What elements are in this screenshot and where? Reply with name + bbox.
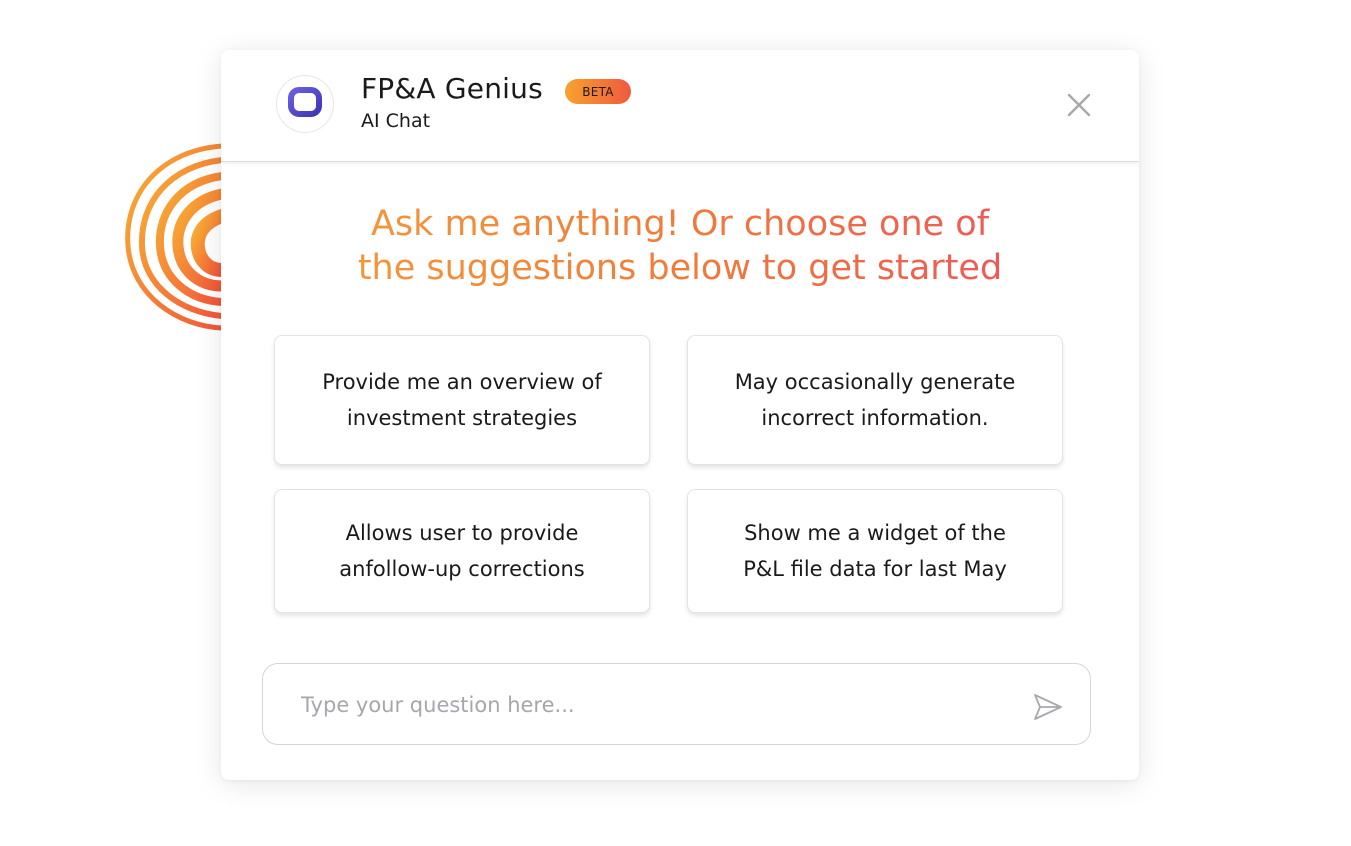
rounded-square-logo-icon [287, 86, 323, 122]
app-title: FP&A Genius [361, 72, 543, 105]
send-icon [1031, 694, 1065, 728]
send-button[interactable] [1031, 690, 1065, 724]
suggestion-text-line: anfollow-up corrections [339, 557, 585, 581]
suggestion-card-investment-overview[interactable]: Provide me an overview of investment str… [274, 335, 650, 465]
suggestion-card-follow-up-corrections[interactable]: Allows user to provide anfollow-up corre… [274, 489, 650, 613]
close-button[interactable] [1064, 90, 1094, 120]
question-composer [262, 663, 1091, 745]
suggestion-text-line: P&L file data for last May [743, 557, 1007, 581]
app-subtitle: AI Chat [361, 110, 431, 132]
suggestion-text-line: Allows user to provide [345, 521, 579, 545]
beta-badge: BETA [565, 79, 631, 104]
suggestion-text-line: May occasionally generate [734, 370, 1016, 394]
question-input[interactable] [299, 664, 1023, 745]
suggestion-card-incorrect-info[interactable]: May occasionally generate incorrect info… [687, 335, 1063, 465]
app-logo [276, 75, 334, 133]
close-icon [1064, 93, 1094, 124]
headline-line-1: Ask me anything! Or choose one of [370, 204, 990, 244]
suggestion-text-line: incorrect information. [761, 406, 989, 430]
suggestion-text-line: Show me a widget of the [744, 521, 1006, 545]
decorative-swirl [118, 136, 228, 336]
suggestion-text-line: Provide me an overview of [322, 370, 602, 394]
suggestion-card-pl-widget[interactable]: Show me a widget of the P&L file data fo… [687, 489, 1063, 613]
chat-window: FP&A Genius BETA AI Chat Ask me anything… [221, 50, 1139, 780]
page: FP&A Genius BETA AI Chat Ask me anything… [0, 0, 1351, 846]
suggestion-text-line: investment strategies [346, 406, 578, 430]
chat-header: FP&A Genius BETA AI Chat [221, 50, 1139, 162]
welcome-headline: Ask me anything! Or choose one of the su… [221, 202, 1139, 290]
headline-line-2: the suggestions below to get started [357, 248, 1003, 288]
